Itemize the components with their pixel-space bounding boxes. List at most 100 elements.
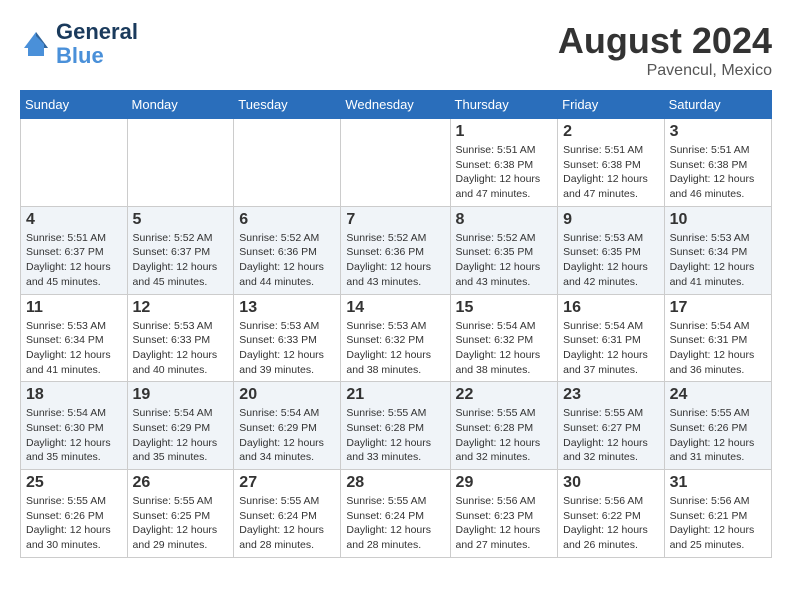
weekday-header: Wednesday bbox=[341, 91, 450, 119]
calendar-week-row: 4 Sunrise: 5:51 AM Sunset: 6:37 PM Daylig… bbox=[21, 206, 772, 294]
calendar-day-cell: 28 Sunrise: 5:55 AM Sunset: 6:24 PM Dayli… bbox=[341, 470, 450, 558]
day-info: Sunrise: 5:51 AM Sunset: 6:38 PM Dayligh… bbox=[670, 143, 766, 202]
day-number: 5 bbox=[133, 211, 229, 229]
day-info: Sunrise: 5:51 AM Sunset: 6:37 PM Dayligh… bbox=[26, 231, 122, 290]
day-number: 2 bbox=[563, 123, 658, 141]
calendar-day-cell: 22 Sunrise: 5:55 AM Sunset: 6:28 PM Dayli… bbox=[450, 382, 558, 470]
calendar-header: SundayMondayTuesdayWednesdayThursdayFrid… bbox=[21, 91, 772, 119]
weekday-header: Sunday bbox=[21, 91, 128, 119]
day-number: 21 bbox=[346, 386, 444, 404]
calendar-day-cell: 17Sunrise: 5:54 AM Sunset: 6:31 PM Dayli… bbox=[664, 294, 771, 382]
calendar-day-cell: 11 Sunrise: 5:53 AM Sunset: 6:34 PM Dayli… bbox=[21, 294, 128, 382]
calendar-day-cell: 3 Sunrise: 5:51 AM Sunset: 6:38 PM Daylig… bbox=[664, 119, 771, 207]
weekday-header: Friday bbox=[558, 91, 664, 119]
calendar-week-row: 25 Sunrise: 5:55 AM Sunset: 6:26 PM Dayli… bbox=[21, 470, 772, 558]
day-info: Sunrise: 5:52 AM Sunset: 6:36 PM Dayligh… bbox=[239, 231, 335, 290]
day-info: Sunrise: 5:55 AM Sunset: 6:26 PM Dayligh… bbox=[26, 494, 122, 553]
day-info: Sunrise: 5:54 AM Sunset: 6:31 PM Dayligh… bbox=[563, 319, 658, 378]
calendar-day-cell: 12 Sunrise: 5:53 AM Sunset: 6:33 PM Dayli… bbox=[127, 294, 234, 382]
day-number: 6 bbox=[239, 211, 335, 229]
day-info: Sunrise: 5:53 AM Sunset: 6:33 PM Dayligh… bbox=[239, 319, 335, 378]
day-number: 23 bbox=[563, 386, 658, 404]
calendar-day-cell: 1Sunrise: 5:51 AM Sunset: 6:38 PM Daylig… bbox=[450, 119, 558, 207]
day-info: Sunrise: 5:53 AM Sunset: 6:34 PM Dayligh… bbox=[26, 319, 122, 378]
weekday-header: Thursday bbox=[450, 91, 558, 119]
day-number: 31 bbox=[670, 474, 766, 492]
calendar-day-cell: 16Sunrise: 5:54 AM Sunset: 6:31 PM Dayli… bbox=[558, 294, 664, 382]
weekday-header: Saturday bbox=[664, 91, 771, 119]
day-info: Sunrise: 5:53 AM Sunset: 6:32 PM Dayligh… bbox=[346, 319, 444, 378]
day-number: 20 bbox=[239, 386, 335, 404]
day-number: 26 bbox=[133, 474, 229, 492]
logo-line1: General bbox=[56, 20, 138, 44]
day-number: 7 bbox=[346, 211, 444, 229]
day-info: Sunrise: 5:55 AM Sunset: 6:28 PM Dayligh… bbox=[346, 406, 444, 465]
day-number: 24 bbox=[670, 386, 766, 404]
calendar-day-cell: 6 Sunrise: 5:52 AM Sunset: 6:36 PM Daylig… bbox=[234, 206, 341, 294]
calendar-day-cell: 19Sunrise: 5:54 AM Sunset: 6:29 PM Dayli… bbox=[127, 382, 234, 470]
calendar-day-cell bbox=[21, 119, 128, 207]
calendar-week-row: 1Sunrise: 5:51 AM Sunset: 6:38 PM Daylig… bbox=[21, 119, 772, 207]
calendar-day-cell: 27Sunrise: 5:55 AM Sunset: 6:24 PM Dayli… bbox=[234, 470, 341, 558]
day-info: Sunrise: 5:55 AM Sunset: 6:28 PM Dayligh… bbox=[456, 406, 553, 465]
day-number: 19 bbox=[133, 386, 229, 404]
calendar-body: 1Sunrise: 5:51 AM Sunset: 6:38 PM Daylig… bbox=[21, 119, 772, 558]
day-info: Sunrise: 5:53 AM Sunset: 6:34 PM Dayligh… bbox=[670, 231, 766, 290]
calendar-day-cell: 20 Sunrise: 5:54 AM Sunset: 6:29 PM Dayli… bbox=[234, 382, 341, 470]
calendar-day-cell: 14 Sunrise: 5:53 AM Sunset: 6:32 PM Dayli… bbox=[341, 294, 450, 382]
day-info: Sunrise: 5:55 AM Sunset: 6:26 PM Dayligh… bbox=[670, 406, 766, 465]
day-number: 22 bbox=[456, 386, 553, 404]
day-number: 10 bbox=[670, 211, 766, 229]
day-number: 30 bbox=[563, 474, 658, 492]
day-info: Sunrise: 5:54 AM Sunset: 6:32 PM Dayligh… bbox=[456, 319, 553, 378]
day-number: 14 bbox=[346, 299, 444, 317]
calendar-table: SundayMondayTuesdayWednesdayThursdayFrid… bbox=[20, 90, 772, 558]
title-block: August 2024 Pavencul, Mexico bbox=[558, 20, 772, 80]
weekday-row: SundayMondayTuesdayWednesdayThursdayFrid… bbox=[21, 91, 772, 119]
day-number: 11 bbox=[26, 299, 122, 317]
calendar-week-row: 11 Sunrise: 5:53 AM Sunset: 6:34 PM Dayli… bbox=[21, 294, 772, 382]
day-number: 18 bbox=[26, 386, 122, 404]
calendar-day-cell bbox=[341, 119, 450, 207]
day-number: 25 bbox=[26, 474, 122, 492]
day-number: 28 bbox=[346, 474, 444, 492]
day-info: Sunrise: 5:55 AM Sunset: 6:25 PM Dayligh… bbox=[133, 494, 229, 553]
month-year: August 2024 bbox=[558, 20, 772, 62]
calendar-day-cell: 21 Sunrise: 5:55 AM Sunset: 6:28 PM Dayli… bbox=[341, 382, 450, 470]
day-info: Sunrise: 5:55 AM Sunset: 6:27 PM Dayligh… bbox=[563, 406, 658, 465]
day-info: Sunrise: 5:52 AM Sunset: 6:36 PM Dayligh… bbox=[346, 231, 444, 290]
weekday-header: Monday bbox=[127, 91, 234, 119]
logo-line2: Blue bbox=[56, 44, 138, 68]
day-info: Sunrise: 5:51 AM Sunset: 6:38 PM Dayligh… bbox=[563, 143, 658, 202]
calendar-day-cell: 5 Sunrise: 5:52 AM Sunset: 6:37 PM Daylig… bbox=[127, 206, 234, 294]
calendar-day-cell: 26 Sunrise: 5:55 AM Sunset: 6:25 PM Dayli… bbox=[127, 470, 234, 558]
location: Pavencul, Mexico bbox=[558, 62, 772, 80]
logo: General Blue bbox=[20, 20, 138, 68]
day-number: 27 bbox=[239, 474, 335, 492]
day-number: 3 bbox=[670, 123, 766, 141]
day-info: Sunrise: 5:53 AM Sunset: 6:33 PM Dayligh… bbox=[133, 319, 229, 378]
calendar-week-row: 18Sunrise: 5:54 AM Sunset: 6:30 PM Dayli… bbox=[21, 382, 772, 470]
day-info: Sunrise: 5:55 AM Sunset: 6:24 PM Dayligh… bbox=[346, 494, 444, 553]
calendar-day-cell: 25 Sunrise: 5:55 AM Sunset: 6:26 PM Dayli… bbox=[21, 470, 128, 558]
day-number: 9 bbox=[563, 211, 658, 229]
day-info: Sunrise: 5:56 AM Sunset: 6:22 PM Dayligh… bbox=[563, 494, 658, 553]
day-info: Sunrise: 5:54 AM Sunset: 6:29 PM Dayligh… bbox=[239, 406, 335, 465]
logo-text: General Blue bbox=[56, 20, 138, 68]
calendar-day-cell: 15 Sunrise: 5:54 AM Sunset: 6:32 PM Dayli… bbox=[450, 294, 558, 382]
day-number: 17 bbox=[670, 299, 766, 317]
day-number: 29 bbox=[456, 474, 553, 492]
calendar-day-cell: 13 Sunrise: 5:53 AM Sunset: 6:33 PM Dayli… bbox=[234, 294, 341, 382]
day-number: 12 bbox=[133, 299, 229, 317]
day-number: 4 bbox=[26, 211, 122, 229]
logo-icon bbox=[20, 28, 52, 60]
calendar-day-cell bbox=[234, 119, 341, 207]
calendar-day-cell: 8Sunrise: 5:52 AM Sunset: 6:35 PM Daylig… bbox=[450, 206, 558, 294]
day-number: 13 bbox=[239, 299, 335, 317]
day-info: Sunrise: 5:56 AM Sunset: 6:23 PM Dayligh… bbox=[456, 494, 553, 553]
day-info: Sunrise: 5:53 AM Sunset: 6:35 PM Dayligh… bbox=[563, 231, 658, 290]
day-number: 15 bbox=[456, 299, 553, 317]
day-info: Sunrise: 5:52 AM Sunset: 6:37 PM Dayligh… bbox=[133, 231, 229, 290]
calendar-day-cell: 31Sunrise: 5:56 AM Sunset: 6:21 PM Dayli… bbox=[664, 470, 771, 558]
day-info: Sunrise: 5:52 AM Sunset: 6:35 PM Dayligh… bbox=[456, 231, 553, 290]
